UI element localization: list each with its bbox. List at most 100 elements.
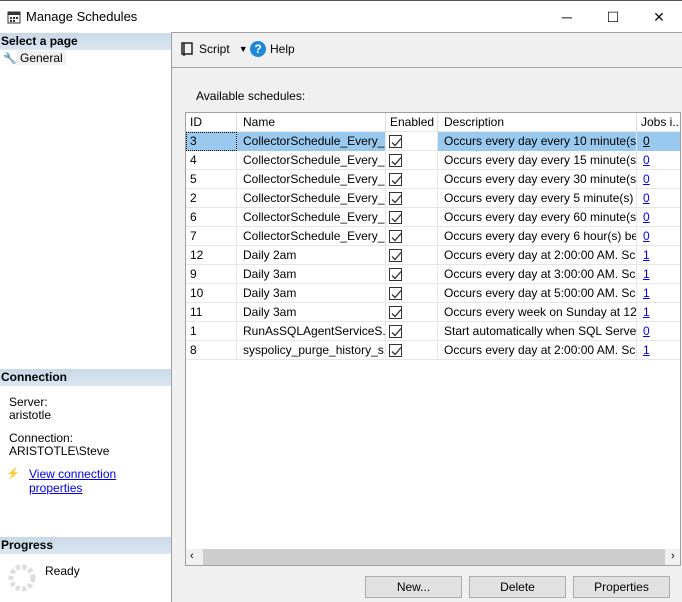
check-icon	[391, 233, 402, 242]
cell-id: 10	[186, 284, 237, 303]
enabled-checkbox[interactable]	[389, 154, 402, 167]
column-header-id[interactable]: ID	[186, 113, 237, 132]
column-header-name[interactable]: Name	[237, 113, 386, 132]
jobs-link[interactable]: 0	[643, 191, 650, 205]
table-row[interactable]: 4 CollectorSchedule_Every_... Occurs eve…	[186, 151, 680, 170]
jobs-link[interactable]: 1	[643, 267, 650, 281]
left-panel: Select a page 🔧 General Connection Serve…	[0, 32, 172, 602]
cell-id: 8	[186, 341, 237, 360]
cell-id: 12	[186, 246, 237, 265]
check-icon	[391, 252, 402, 261]
cell-jobs: 1	[637, 303, 680, 322]
scroll-right-icon[interactable]: ›	[671, 550, 675, 562]
minimize-button[interactable]: ─	[544, 1, 590, 33]
cell-name: Daily 2am	[237, 246, 386, 265]
enabled-checkbox[interactable]	[389, 249, 402, 262]
cell-description: Occurs every day at 3:00:00 AM. Sc...	[438, 265, 637, 284]
table-row[interactable]: 3 CollectorSchedule_Every_... Occurs eve…	[186, 132, 680, 151]
scrollbar-thumb[interactable]	[203, 549, 665, 565]
properties-button[interactable]: Properties	[573, 576, 670, 598]
cell-jobs: 1	[637, 265, 680, 284]
table-row[interactable]: 7 CollectorSchedule_Every_... Occurs eve…	[186, 227, 680, 246]
help-label: Help	[270, 42, 295, 56]
enabled-checkbox[interactable]	[389, 211, 402, 224]
cell-jobs: 0	[637, 189, 680, 208]
table-row[interactable]: 8 syspolicy_purge_history_s... Occurs ev…	[186, 341, 680, 360]
cell-jobs: 0	[637, 208, 680, 227]
cell-enabled	[386, 341, 438, 360]
maximize-button[interactable]: ☐	[590, 1, 636, 33]
cell-enabled	[386, 246, 438, 265]
cell-jobs: 0	[637, 227, 680, 246]
help-icon: ?	[250, 41, 266, 57]
enabled-checkbox[interactable]	[389, 192, 402, 205]
table-row[interactable]: 11 Daily 3am Occurs every week on Sunday…	[186, 303, 680, 322]
delete-button[interactable]: Delete	[469, 576, 566, 598]
table-row[interactable]: 1 RunAsSQLAgentServiceS... Start automat…	[186, 322, 680, 341]
schedules-grid[interactable]: ID Name Enabled Description Jobs i... 3 …	[185, 112, 681, 566]
cell-jobs: 0	[637, 170, 680, 189]
new-button[interactable]: New...	[365, 576, 462, 598]
script-button[interactable]: Script ▼	[179, 40, 248, 58]
server-label: Server:	[9, 395, 48, 409]
check-icon	[391, 271, 402, 280]
cell-jobs: 0	[637, 151, 680, 170]
cell-name: CollectorSchedule_Every_...	[237, 170, 386, 189]
jobs-link[interactable]: 1	[643, 305, 650, 319]
column-header-jobs[interactable]: Jobs i...	[637, 113, 680, 132]
table-row[interactable]: 5 CollectorSchedule_Every_... Occurs eve…	[186, 170, 680, 189]
cell-description: Occurs every day at 5:00:00 AM. Sc...	[438, 284, 637, 303]
jobs-link[interactable]: 1	[643, 286, 650, 300]
scroll-left-icon[interactable]: ‹	[190, 550, 194, 562]
jobs-link[interactable]: 0	[643, 210, 650, 224]
script-label: Script	[199, 42, 230, 56]
table-row[interactable]: 6 CollectorSchedule_Every_... Occurs eve…	[186, 208, 680, 227]
enabled-checkbox[interactable]	[389, 173, 402, 186]
cell-enabled	[386, 227, 438, 246]
jobs-link[interactable]: 0	[643, 172, 650, 186]
jobs-link[interactable]: 1	[643, 248, 650, 262]
jobs-link[interactable]: 0	[643, 229, 650, 243]
check-icon	[391, 309, 402, 318]
column-header-enabled[interactable]: Enabled	[386, 113, 438, 132]
jobs-link[interactable]: 0	[643, 134, 650, 148]
cell-enabled	[386, 208, 438, 227]
script-icon	[181, 42, 193, 56]
page-item-general[interactable]: 🔧 General	[3, 50, 66, 66]
enabled-checkbox[interactable]	[389, 344, 402, 357]
column-header-description[interactable]: Description	[438, 113, 637, 132]
cell-name: Daily 3am	[237, 265, 386, 284]
cell-name: CollectorSchedule_Every_...	[237, 132, 386, 151]
enabled-checkbox[interactable]	[389, 135, 402, 148]
table-row[interactable]: 2 CollectorSchedule_Every_... Occurs eve…	[186, 189, 680, 208]
cell-enabled	[386, 170, 438, 189]
cell-enabled	[386, 151, 438, 170]
cell-name: Daily 3am	[237, 303, 386, 322]
help-button[interactable]: ? Help	[250, 40, 295, 58]
view-connection-properties-link[interactable]: View connection properties	[29, 467, 171, 495]
enabled-checkbox[interactable]	[389, 325, 402, 338]
calendar-icon	[7, 11, 21, 24]
select-page-header: Select a page	[0, 33, 171, 50]
enabled-checkbox[interactable]	[389, 230, 402, 243]
horizontal-scrollbar[interactable]: ‹ ›	[186, 549, 680, 565]
cell-id: 1	[186, 322, 237, 341]
jobs-link[interactable]: 1	[643, 343, 650, 357]
cell-description: Occurs every week on Sunday at 12...	[438, 303, 637, 322]
cell-id: 9	[186, 265, 237, 284]
enabled-checkbox[interactable]	[389, 268, 402, 281]
enabled-checkbox[interactable]	[389, 287, 402, 300]
jobs-link[interactable]: 0	[643, 324, 650, 338]
jobs-link[interactable]: 0	[643, 153, 650, 167]
table-row[interactable]: 10 Daily 3am Occurs every day at 5:00:00…	[186, 284, 680, 303]
cell-description: Occurs every day at 2:00:00 AM. Sc...	[438, 246, 637, 265]
connection-header: Connection	[0, 369, 171, 386]
enabled-checkbox[interactable]	[389, 306, 402, 319]
close-button[interactable]: ✕	[636, 1, 682, 33]
cell-enabled	[386, 132, 438, 151]
table-row[interactable]: 12 Daily 2am Occurs every day at 2:00:00…	[186, 246, 680, 265]
cell-enabled	[386, 303, 438, 322]
dropdown-arrow-icon[interactable]: ▼	[239, 44, 248, 54]
table-row[interactable]: 9 Daily 3am Occurs every day at 3:00:00 …	[186, 265, 680, 284]
cell-name: CollectorSchedule_Every_...	[237, 208, 386, 227]
